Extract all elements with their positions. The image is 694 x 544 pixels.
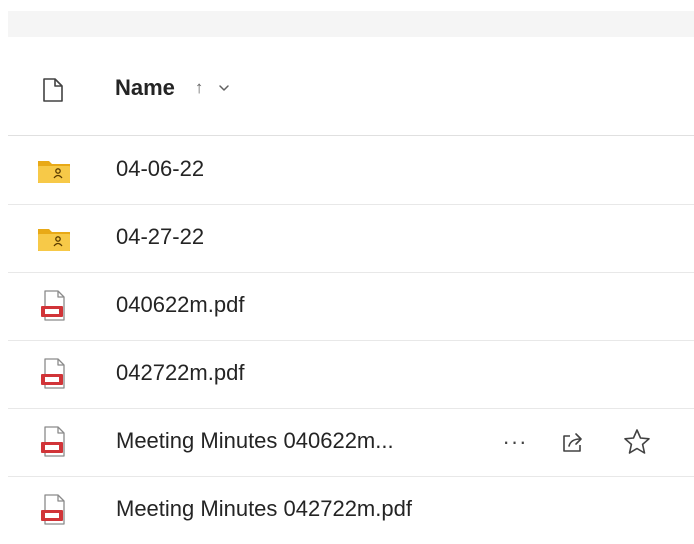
name-column-header[interactable]: Name ↑ [115,75,231,101]
more-options-button[interactable]: ··· [498,425,532,459]
file-row-meeting-minutes-040622m[interactable]: Meeting Minutes 040622m... ··· [8,408,694,477]
file-row-meeting-minutes-042722m[interactable]: Meeting Minutes 042722m.pdf [8,476,694,544]
file-name[interactable]: 04-27-22 [116,224,204,250]
sort-ascending-icon: ↑ [194,78,204,97]
pdf-icon [36,289,72,323]
pdf-icon [36,425,72,459]
share-icon[interactable] [556,425,590,459]
toolbar-strip [8,11,694,37]
file-row-042722m-pdf[interactable]: 042722m.pdf [8,340,694,409]
pdf-icon [36,357,72,391]
file-row-04-27-22[interactable]: 04-27-22 [8,204,694,273]
pdf-icon [36,493,72,527]
file-row-04-06-22[interactable]: 04-06-22 [8,136,694,205]
file-name[interactable]: Meeting Minutes 040622m... [116,428,394,454]
document-icon[interactable] [42,77,64,103]
shared-folder-icon [36,221,72,255]
file-name[interactable]: Meeting Minutes 042722m.pdf [116,496,412,522]
name-column-label: Name [115,75,175,100]
star-icon[interactable] [620,425,654,459]
file-row-040622m-pdf[interactable]: 040622m.pdf [8,272,694,341]
file-name[interactable]: 04-06-22 [116,156,204,182]
shared-folder-icon [36,153,72,187]
file-name[interactable]: 040622m.pdf [116,292,244,318]
chevron-down-icon[interactable] [217,81,231,95]
row-actions: ··· [498,425,654,459]
column-header-row: Name ↑ [8,37,694,136]
file-name[interactable]: 042722m.pdf [116,360,244,386]
